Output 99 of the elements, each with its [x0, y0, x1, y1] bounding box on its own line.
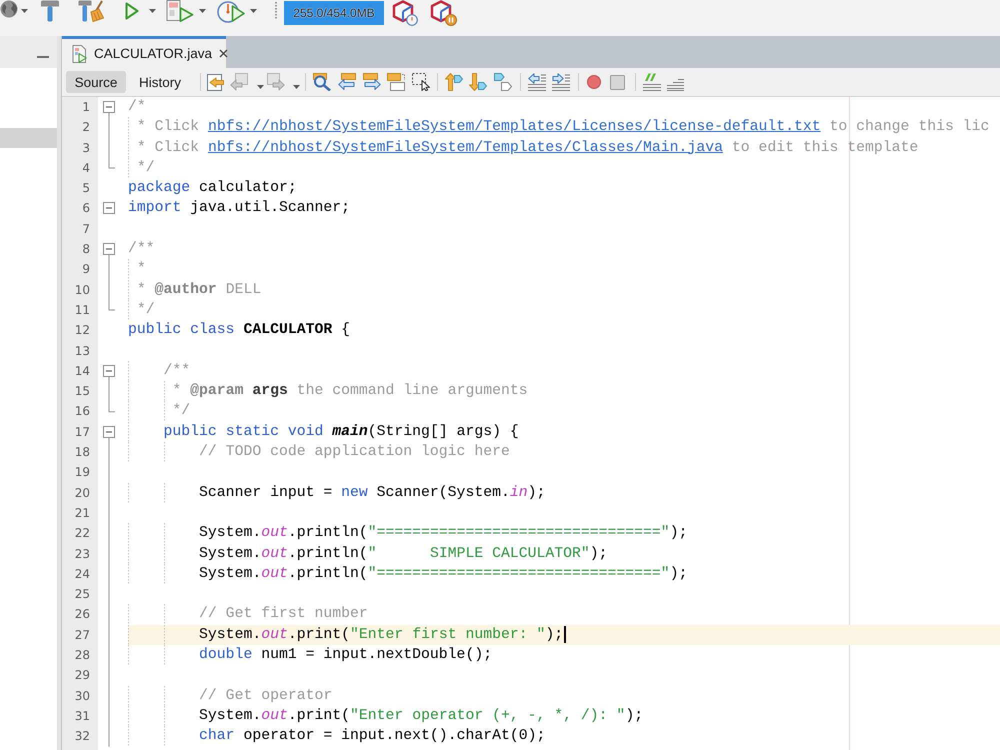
line-number: 6 [82, 200, 90, 218]
hammer-icon[interactable] [40, 0, 60, 22]
arrow-up-tag-icon[interactable] [445, 73, 463, 91]
line-number: 23 [74, 546, 90, 563]
line-number: 26 [74, 606, 90, 624]
code-line: System.out.print("Enter operator (+, -, *, /): "); [199, 706, 644, 726]
box-arrow-left-icon[interactable] [338, 73, 356, 91]
arrow-down-tag-icon[interactable] [469, 73, 487, 91]
fold-toggle[interactable] [103, 364, 115, 377]
line-number: 15 [74, 383, 90, 400]
line-number: 19 [74, 464, 90, 482]
caret-icon[interactable] [199, 9, 206, 13]
code-line: System.out.println(" SIMPLE CALCULATOR"); [199, 544, 608, 564]
slash-lines-icon[interactable] [643, 73, 661, 91]
code-line: */ [136, 300, 155, 320]
line-number: 31 [74, 708, 90, 725]
line-number: 12 [74, 322, 90, 340]
fold-toggle[interactable] [103, 202, 115, 214]
line-number: 5 [82, 180, 90, 198]
line-number: 11 [74, 302, 90, 319]
document-play-icon[interactable] [166, 0, 194, 22]
fold-toggle[interactable] [103, 426, 115, 438]
record-icon[interactable] [587, 75, 601, 89]
search-icon[interactable] [313, 73, 331, 91]
code-line: package calculator; [128, 179, 297, 198]
line-number: 22 [74, 525, 90, 542]
code-line: */ [136, 158, 155, 178]
code-line: // Get first number [199, 605, 368, 624]
code-line: Scanner input = new Scanner(System.in); [199, 484, 546, 503]
code-line: /** [128, 240, 155, 260]
play-icon[interactable] [125, 2, 139, 20]
line-number: 10 [74, 282, 90, 299]
close-icon[interactable] [219, 49, 228, 58]
line-number: 17 [74, 424, 90, 441]
file-link[interactable]: nbfs://nbhost/SystemFileSystem/Templates/Classes/Main.java [208, 140, 723, 156]
code-line: System.out.println("================================"); [199, 524, 688, 544]
globe-icon[interactable] [0, 0, 18, 18]
code-line: double num1 = input.nextDouble(); [199, 646, 492, 666]
line-number: 14 [74, 362, 90, 380]
line-number: 27 [74, 626, 90, 644]
caret-icon[interactable] [293, 84, 300, 88]
code-line: * Click nbfs://nbhost/SystemFileSystem/Templates/Licenses/license-default.txt to change this lic [136, 118, 990, 138]
caret-icon[interactable] [250, 9, 257, 13]
code-line: */ [172, 402, 190, 422]
editor-tab[interactable]: CALCULATOR.java [62, 36, 226, 68]
arrow-lines-right-icon[interactable] [552, 73, 570, 91]
line-number: 3 [82, 140, 90, 157]
caret-icon[interactable] [149, 9, 156, 13]
dashed-selection-icon[interactable] [412, 73, 430, 91]
code-line: import java.util.Scanner; [128, 199, 350, 218]
code-line: // Get operator [199, 686, 332, 706]
text-cursor [564, 626, 566, 644]
memory-usage-button[interactable]: 255.0/454.0MB [284, 1, 384, 25]
line-number: 2 [82, 119, 90, 136]
arrow-lines-left-icon[interactable] [528, 73, 546, 91]
gauge-play-icon[interactable] [217, 0, 245, 24]
caret-icon[interactable] [257, 84, 264, 88]
line-number: 18 [74, 444, 90, 462]
line-number: 32 [74, 728, 90, 746]
code-line: // TODO code application logic here [199, 443, 510, 462]
fold-toggle[interactable] [103, 243, 115, 256]
line-number: 30 [74, 688, 90, 705]
file-icon [72, 44, 87, 62]
line-number: 28 [74, 647, 90, 664]
code-line: * @param args the command line arguments [172, 382, 528, 402]
line-number: 8 [82, 241, 90, 258]
code-line: public static void main(String[] args) { [164, 422, 519, 442]
stacked-boxes-icon[interactable] [387, 73, 405, 91]
line-number: 20 [74, 484, 90, 502]
code-line: * @author DELL [136, 280, 262, 300]
line-number: 9 [82, 261, 90, 278]
fold-toggle[interactable] [103, 101, 115, 113]
code-line: /* [128, 98, 146, 117]
line-number: 21 [74, 504, 90, 522]
code-line: * Click nbfs://nbhost/SystemFileSystem/Templates/Classes/Main.java to edit this template [136, 138, 918, 158]
tag-outline-icon[interactable] [494, 73, 512, 91]
line-number: 13 [74, 342, 90, 360]
line-number: 16 [74, 403, 90, 420]
line-number: 25 [74, 586, 90, 604]
caret-icon[interactable] [21, 9, 28, 13]
hammer-broom-icon[interactable] [78, 0, 104, 22]
line-number: 7 [82, 220, 90, 238]
code-line: char operator = input.next().charAt(0); [199, 727, 546, 746]
line-number: 29 [74, 667, 90, 684]
view-tab[interactable]: Source [66, 71, 126, 93]
code-line: * [136, 260, 146, 280]
box-arrow-right-icon[interactable] [363, 73, 381, 91]
line-number: 4 [82, 160, 90, 177]
code-line: System.out.print("Enter first number: "); [199, 626, 564, 645]
cube-clock-icon[interactable] [392, 0, 418, 26]
stop-icon[interactable] [610, 74, 625, 90]
line-number: 1 [82, 99, 90, 116]
view-tab[interactable]: History [130, 71, 190, 93]
cube-pause-icon[interactable] [430, 0, 457, 26]
code-line: /** [164, 362, 190, 381]
code-line: System.out.println("================================"); [199, 564, 688, 584]
code-line: public class CALCULATOR { [128, 321, 350, 340]
file-link[interactable]: nbfs://nbhost/SystemFileSystem/Templates/Licenses/license-default.txt [208, 119, 821, 136]
line-number: 24 [74, 566, 90, 583]
